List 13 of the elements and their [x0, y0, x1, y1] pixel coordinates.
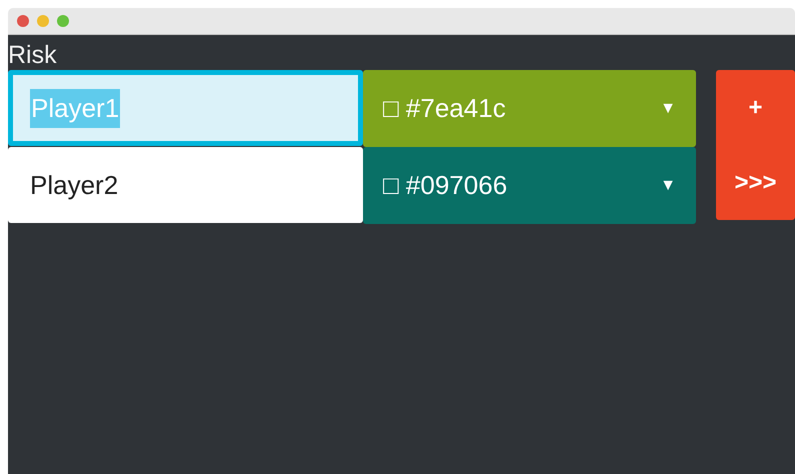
add-button[interactable]: + [716, 70, 795, 145]
color-value: □ #7ea41c [383, 92, 507, 125]
close-button[interactable] [17, 15, 29, 27]
minimize-button[interactable] [37, 15, 49, 27]
color-select[interactable]: □ #097066 ▼ [363, 147, 696, 224]
caret-icon: ▼ [660, 96, 676, 120]
zoom-button[interactable] [57, 15, 69, 27]
color-value: □ #097066 [383, 169, 508, 202]
color-select[interactable]: □ #7ea41c ▼ [363, 70, 696, 147]
caret-icon: ▼ [660, 174, 676, 198]
next-button[interactable]: >>> [716, 145, 795, 220]
page-title: Risk [8, 40, 57, 70]
name-field[interactable]: Player2 [8, 147, 363, 223]
